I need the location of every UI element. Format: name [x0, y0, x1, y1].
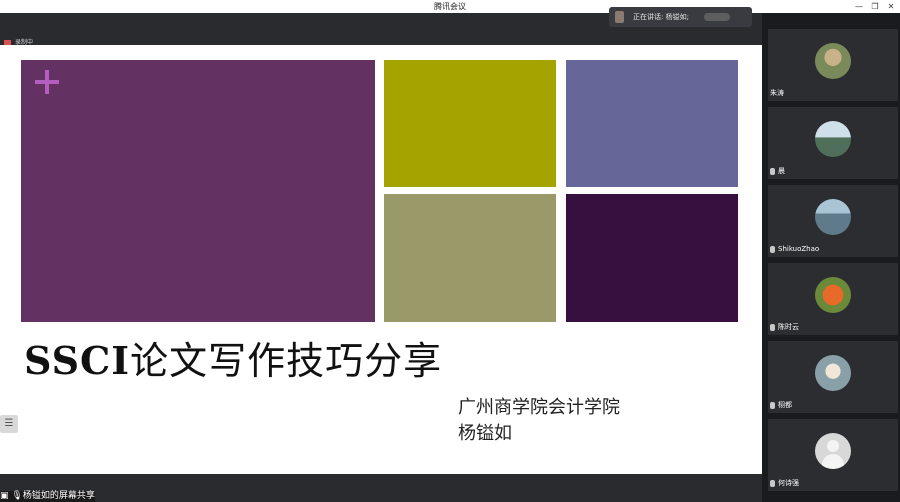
participant-name: 晨	[770, 166, 785, 176]
photo-avatar-icon	[815, 355, 851, 391]
speaker-avatar	[615, 11, 624, 23]
mic-icon	[770, 323, 775, 331]
participant-name: 陈时云	[770, 322, 799, 332]
slide-tile-sage	[384, 194, 556, 322]
screen-share-label: ▣ 🎙杨镒如的屏幕共享	[0, 491, 95, 502]
photo-avatar-icon	[815, 43, 851, 79]
mic-icon	[770, 167, 775, 175]
slide-subtitle-line2: 杨镒如	[458, 423, 512, 444]
participant-tile[interactable]: 陈时云	[768, 263, 898, 335]
slide-subtitle: 广州商学院会计学院 杨镒如	[458, 395, 620, 447]
speaker-label: 正在讲话: 杨镒如;	[633, 13, 689, 21]
window-titlebar: 腾讯会议	[0, 0, 900, 13]
slide-title-cn: 论文写作技巧分享	[130, 339, 443, 383]
participant-tile[interactable]: 何诗强	[768, 419, 898, 491]
close-icon[interactable]: ✕	[882, 0, 900, 13]
record-icon	[4, 40, 11, 45]
recording-label: 录制中	[15, 39, 34, 46]
mic-icon	[770, 479, 775, 487]
slide-tile-periwinkle	[566, 60, 738, 187]
meeting-bottom-bar	[0, 474, 762, 502]
recording-indicator: 录制中	[4, 38, 33, 48]
slide-tile-large	[21, 60, 375, 322]
participant-name: 朱涛	[770, 89, 784, 97]
slide-title: SSCI论文写作技巧分享	[24, 330, 442, 385]
photo-avatar-icon	[815, 277, 851, 313]
participant-name: ShikuoZhao	[770, 244, 819, 254]
slide-title-latin: SSCI	[24, 338, 131, 383]
window-title: 腾讯会议	[434, 2, 466, 11]
participant-name: 何诗强	[770, 478, 799, 488]
participant-tile[interactable]: 晨	[768, 107, 898, 179]
default-avatar-icon	[815, 433, 851, 469]
photo-avatar-icon	[815, 199, 851, 235]
mic-icon: 🎙	[11, 491, 23, 501]
plus-icon	[35, 70, 59, 94]
shared-slide: SSCI论文写作技巧分享 广州商学院会计学院 杨镒如 ☰	[0, 45, 762, 474]
slide-subtitle-line1: 广州商学院会计学院	[458, 397, 620, 418]
slide-tile-plum	[566, 194, 738, 322]
participant-tile[interactable]: 朱涛	[768, 29, 898, 101]
mic-icon	[770, 401, 775, 409]
speaker-extra	[704, 13, 730, 21]
participant-name: 栩都	[770, 400, 792, 410]
screen-share-icon: ▣	[0, 491, 9, 501]
participant-tile[interactable]: ShikuoZhao	[768, 185, 898, 257]
screen-share-text: 杨镒如的屏幕共享	[22, 491, 95, 501]
mic-icon	[770, 245, 775, 253]
speaking-indicator: 正在讲话: 杨镒如;	[609, 7, 752, 27]
slide-tile-olive	[384, 60, 556, 187]
participant-tile[interactable]: 栩都	[768, 341, 898, 413]
photo-avatar-icon	[815, 121, 851, 157]
list-icon[interactable]: ☰	[0, 415, 18, 433]
